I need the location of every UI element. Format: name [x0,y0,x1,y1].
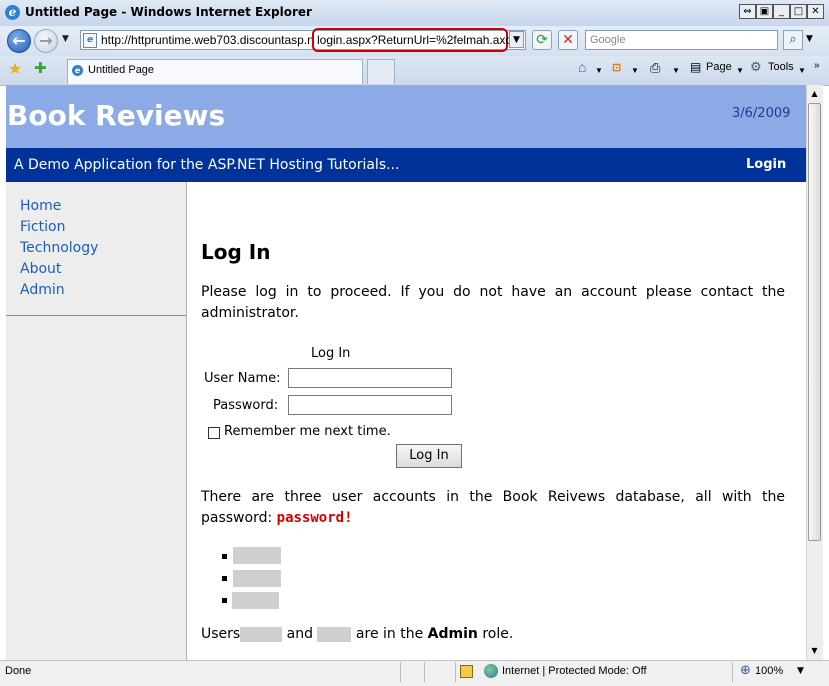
forward-button[interactable]: → [34,29,58,53]
maximize-button[interactable]: □ [790,4,807,19]
scroll-up-icon[interactable]: ▲ [807,86,822,101]
tab-ie-icon: e [72,65,83,76]
address-url-path[interactable]: login.aspx?ReturnUrl=%2felmah.axd [317,33,512,47]
address-url[interactable]: http://httpruntime.web703.discountasp.ne [101,33,313,47]
add-favorite-icon[interactable]: ✚ [34,59,47,77]
role-and: and [286,626,314,642]
page-viewport: Book Reviews 3/6/2009 A Demo Application… [6,85,806,660]
site-title: Book Reviews [7,99,226,132]
tools-dropdown-icon[interactable]: ▼ [798,66,806,75]
status-text: Done [5,665,32,677]
username-field[interactable] [288,368,452,388]
pin-icon[interactable]: ▣ [756,4,773,19]
security-lock-icon[interactable] [460,665,473,678]
zoom-dropdown-icon[interactable]: ▼ [797,666,804,676]
window-title: Untitled Page - Windows Internet Explore… [25,5,312,19]
scrollbar-thumb[interactable] [808,103,821,541]
nav-link-fiction[interactable]: Fiction [20,219,65,235]
remember-me-checkbox[interactable] [208,427,220,439]
redacted-username [232,592,279,609]
login-link[interactable]: Login [746,157,786,172]
history-dropdown-icon[interactable]: ▼ [62,34,69,44]
gear-icon: ⚙ [750,59,762,74]
status-divider [400,662,401,682]
password-label: Password: [213,398,279,413]
page-title: Log In [201,240,271,264]
redacted-username [240,626,283,642]
list-bullet [222,576,227,581]
login-button[interactable]: Log In [396,444,462,468]
nav-divider [6,315,186,316]
status-divider [455,662,456,682]
admin-role-text: Users and are in the Admin role. [201,626,513,642]
address-dropdown-icon[interactable]: ▼ [509,31,524,48]
search-input[interactable]: Google [585,30,778,50]
new-tab-button[interactable] [367,59,395,84]
page-icon: e [83,33,97,48]
page-menu-icon: ▤ [690,60,702,74]
page-menu[interactable]: Page [706,61,732,73]
minimize-button[interactable]: _ [773,4,790,19]
list-bullet [222,598,227,603]
tools-menu[interactable]: Tools [768,61,794,73]
tab-label: Untitled Page [88,64,155,76]
rss-feed-icon[interactable]: ⊡ [612,61,621,74]
redacted-username [317,626,352,642]
redacted-username [233,570,281,587]
intro-text: Please log in to proceed. If you do not … [201,284,785,321]
site-subtitle: A Demo Application for the ASP.NET Hosti… [14,157,400,173]
password-field[interactable] [288,395,452,415]
refresh-icon[interactable]: ⟳ [532,30,552,50]
role-middle: are in the [355,626,424,642]
security-zone[interactable]: Internet | Protected Mode: Off [502,665,647,677]
redacted-username [233,547,281,564]
scroll-down-icon[interactable]: ▼ [807,643,822,658]
nav-link-technology[interactable]: Technology [20,240,98,256]
accounts-text: There are three user accounts in the Boo… [201,487,785,529]
zoom-level[interactable]: 100% [755,665,783,677]
status-divider [424,662,425,682]
print-dropdown-icon[interactable]: ▼ [672,66,680,75]
ie-logo-icon: e [5,5,20,20]
status-divider [732,662,733,682]
home-icon[interactable]: ⌂ [578,59,586,75]
zoom-icon[interactable]: ⊕ [740,663,751,678]
more-commands-icon[interactable]: » [814,60,820,71]
stop-icon[interactable]: ✕ [558,30,578,50]
back-button[interactable]: ← [7,29,31,53]
nav-link-home[interactable]: Home [20,198,61,214]
restore-window-icon[interactable]: ⇔ [739,4,756,19]
status-bar [0,660,829,686]
nav-link-admin[interactable]: Admin [20,282,65,298]
username-label: User Name: [204,371,281,386]
close-button[interactable]: ✕ [807,4,824,19]
remember-me-label[interactable]: Remember me next time. [224,424,391,439]
internet-zone-icon [484,664,498,678]
page-dropdown-icon[interactable]: ▼ [736,66,744,75]
password-hint: password! [276,510,353,526]
role-prefix: Users [201,626,241,642]
search-icon[interactable]: ⌕ [783,30,803,50]
list-bullet [222,554,227,559]
search-dropdown-icon[interactable]: ▼ [806,34,813,44]
role-name: Admin [427,626,478,642]
feed-dropdown-icon[interactable]: ▼ [631,66,639,75]
site-date: 3/6/2009 [732,106,791,121]
nav-link-about[interactable]: About [20,261,61,277]
home-dropdown-icon[interactable]: ▼ [595,66,603,75]
favorites-star-icon[interactable]: ★ [8,59,22,78]
login-form-caption: Log In [311,346,351,361]
role-suffix: role. [482,626,514,642]
print-icon[interactable]: ⎙ [650,60,660,76]
